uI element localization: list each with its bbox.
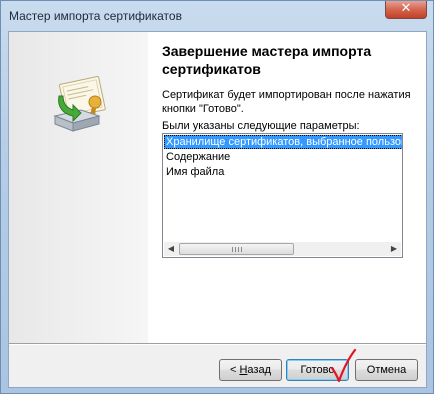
back-button[interactable]: < Назад (219, 359, 282, 381)
params-label: Были указаны следующие параметры: (162, 120, 360, 132)
close-icon: ✕ (400, 1, 412, 16)
wizard-window: Мастер импорта сертификатов ✕ Завершение… (0, 0, 434, 394)
horizontal-scrollbar[interactable]: ◀ ▶ (164, 242, 401, 256)
info-text: Сертификат будет импортирован после нажа… (162, 89, 411, 115)
list-item-content[interactable]: Содержание (164, 150, 402, 164)
list-item-filename[interactable]: Имя файла (164, 165, 402, 179)
wizard-side-panel (9, 32, 148, 343)
certificate-import-icon (53, 75, 106, 132)
page-title: Завершение мастера импорта сертификатов (162, 43, 372, 77)
params-listbox[interactable]: Хранилище сертификатов, выбранное пользо… (162, 133, 403, 258)
scroll-thumb[interactable] (179, 243, 294, 255)
scroll-left-icon[interactable]: ◀ (164, 242, 178, 256)
title-bar[interactable]: Мастер импорта сертификатов ✕ (1, 1, 433, 31)
cancel-button[interactable]: Отмена (355, 359, 418, 381)
finish-button[interactable]: Готово (286, 359, 349, 381)
window-title: Мастер импорта сертификатов (9, 9, 182, 23)
close-button[interactable]: ✕ (385, 1, 427, 19)
wizard-content-panel: Завершение мастера импорта сертификатов … (148, 32, 426, 343)
footer-separator (9, 343, 426, 345)
back-label: азад (247, 364, 271, 376)
wizard-client-area: Завершение мастера импорта сертификатов … (8, 31, 427, 388)
grip-icon (231, 247, 242, 252)
params-list: Хранилище сертификатов, выбранное пользо… (164, 135, 402, 180)
scroll-right-icon[interactable]: ▶ (387, 242, 401, 256)
list-item-store[interactable]: Хранилище сертификатов, выбранное пользо… (164, 135, 402, 149)
